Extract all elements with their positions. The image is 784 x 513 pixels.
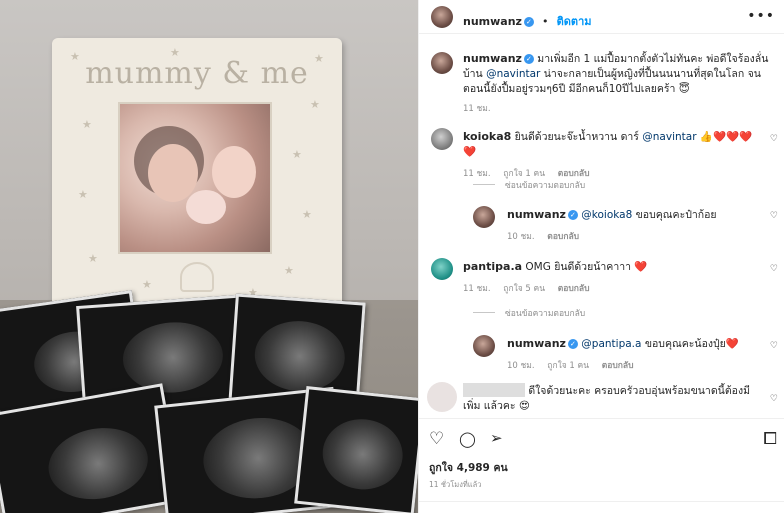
star-icon: ★ bbox=[142, 278, 152, 291]
reply-button[interactable]: ตอบกลับ bbox=[547, 232, 579, 242]
star-icon: ★ bbox=[78, 188, 88, 201]
avatar[interactable] bbox=[473, 206, 495, 228]
reply-comment: numwanz ✓ @koioka8 ขอบคุณคะป๋าก้อย 10 ชม.… bbox=[507, 207, 767, 243]
star-icon: ★ bbox=[88, 252, 98, 265]
header-username[interactable]: numwanz bbox=[463, 15, 522, 28]
sonogram-print bbox=[294, 386, 418, 513]
caption-username[interactable]: numwanz bbox=[463, 52, 522, 65]
likes-count[interactable]: ถูกใจ 4,989 คน bbox=[429, 459, 508, 476]
star-icon: ★ bbox=[82, 118, 92, 131]
verified-icon: ✓ bbox=[523, 17, 534, 27]
comment-like-heart-icon[interactable]: ♡ bbox=[770, 341, 778, 351]
comment-text: OMG ยินดีด้วยน้าคาาา bbox=[525, 261, 632, 273]
star-icon: ★ bbox=[70, 50, 80, 63]
comment-emoji: ❤️ bbox=[634, 261, 648, 273]
comment-like-heart-icon[interactable]: ♡ bbox=[770, 211, 778, 221]
comment-time[interactable]: 10 ชม. bbox=[507, 361, 535, 371]
star-icon: ★ bbox=[314, 52, 324, 65]
avatar[interactable] bbox=[473, 335, 495, 357]
comment-username[interactable]: numwanz bbox=[507, 208, 566, 221]
star-icon: ★ bbox=[310, 98, 320, 111]
comment-text: ยินดีด้วยนะจ๊ะน้ำหวาน ดาร์ bbox=[514, 131, 639, 143]
hide-replies-toggle[interactable]: ซ่อนข้อความตอบกลับ bbox=[473, 306, 585, 320]
avatar[interactable] bbox=[431, 6, 453, 28]
star-icon: ★ bbox=[284, 264, 294, 277]
photo-frame: mummy & me ★ ★ ★ ★ ★ ★ ★ ★ ★ ★ ★ ★ bbox=[52, 38, 342, 310]
comment-time[interactable]: 11 ชม. bbox=[463, 284, 491, 294]
caption: numwanz ✓ มาเพิ่มอีก 1 แม่ปื้อมากตั้งตัวไ… bbox=[463, 51, 777, 115]
post-actions: ♡ ◯ ➢ ⧠ ถูกใจ 4,989 คน 11 ชั่วโมงที่แล้ว bbox=[419, 418, 784, 513]
separator-dot: • bbox=[542, 15, 549, 28]
caption-time[interactable]: 11 ชม. bbox=[463, 104, 491, 114]
avatar[interactable] bbox=[431, 128, 453, 150]
comment-username[interactable]: numwanz bbox=[507, 337, 566, 350]
reply-button[interactable]: ตอบกลับ bbox=[558, 284, 590, 294]
like-heart-icon[interactable]: ♡ bbox=[429, 429, 444, 449]
reply-comment: numwanz ✓ @pantipa.a ขอบคุณคะน้องปุ๋ย❤️ 1… bbox=[507, 336, 767, 372]
comment-username[interactable]: pantipa.a bbox=[463, 260, 522, 273]
comment-likes[interactable]: ถูกใจ 1 คน bbox=[547, 361, 589, 371]
hide-replies-toggle[interactable]: ซ่อนข้อความตอบกลับ bbox=[473, 178, 585, 192]
frame-title: mummy & me bbox=[85, 56, 309, 91]
post-time[interactable]: 11 ชั่วโมงที่แล้ว bbox=[429, 479, 481, 491]
stroller-icon bbox=[180, 262, 214, 292]
verified-icon: ✓ bbox=[523, 54, 534, 64]
comment: pantipa.a OMG ยินดีด้วยน้าคาาา ❤️ 11 ชม.… bbox=[463, 259, 763, 295]
comment-like-heart-icon[interactable]: ♡ bbox=[770, 394, 778, 404]
post-photo[interactable]: mummy & me ★ ★ ★ ★ ★ ★ ★ ★ ★ ★ ★ ★ bbox=[0, 0, 418, 513]
star-icon: ★ bbox=[292, 148, 302, 161]
comment-text: ขอบคุณคะป๋าก้อย bbox=[635, 209, 717, 221]
comment-bubble-icon[interactable]: ◯ bbox=[459, 430, 476, 448]
comment-like-heart-icon[interactable]: ♡ bbox=[770, 134, 778, 144]
comment: koioka8 ยินดีด้วยนะจ๊ะน้ำหวาน ดาร์ @navi… bbox=[463, 129, 763, 180]
comment-likes[interactable]: ถูกใจ 5 คน bbox=[503, 284, 545, 294]
star-icon: ★ bbox=[302, 208, 312, 221]
post-panel: numwanz ✓ • ติดตาม ••• numwanz ✓ มาเพิ่มอี… bbox=[418, 0, 784, 513]
follow-button[interactable]: ติดตาม bbox=[557, 15, 592, 28]
family-photo bbox=[118, 102, 272, 254]
verified-icon: ✓ bbox=[567, 339, 578, 349]
comment-like-heart-icon[interactable]: ♡ bbox=[770, 264, 778, 274]
avatar[interactable] bbox=[427, 382, 457, 412]
comment-time[interactable]: 10 ชม. bbox=[507, 232, 535, 242]
more-options-icon[interactable]: ••• bbox=[747, 8, 775, 24]
save-bookmark-icon[interactable]: ⧠ bbox=[763, 429, 777, 449]
avatar[interactable] bbox=[431, 258, 453, 280]
blurred-username[interactable] bbox=[463, 383, 525, 397]
comment-text: ขอบคุณคะน้องปุ๋ย❤️ bbox=[644, 338, 739, 350]
share-send-icon[interactable]: ➢ bbox=[490, 429, 503, 447]
caption-mention[interactable]: @navintar bbox=[486, 68, 540, 80]
star-icon: ★ bbox=[170, 46, 180, 59]
comment-mention[interactable]: @navintar bbox=[642, 131, 696, 143]
verified-icon: ✓ bbox=[567, 210, 578, 220]
comment-username[interactable]: koioka8 bbox=[463, 130, 511, 143]
comment-mention[interactable]: @koioka8 bbox=[581, 209, 632, 221]
comment: ดีใจด้วยนะคะ ครอบครัวอบอุ่นพร้อมขนาดนี้ต… bbox=[463, 383, 763, 414]
add-comment-bar[interactable] bbox=[419, 501, 784, 502]
reply-button[interactable]: ตอบกลับ bbox=[602, 361, 634, 371]
post-header: numwanz ✓ • ติดตาม ••• bbox=[419, 0, 784, 34]
comment-text-continued: แล้วคะ 😍 bbox=[483, 400, 530, 412]
comment-mention[interactable]: @pantipa.a bbox=[581, 338, 641, 350]
avatar[interactable] bbox=[431, 52, 453, 74]
